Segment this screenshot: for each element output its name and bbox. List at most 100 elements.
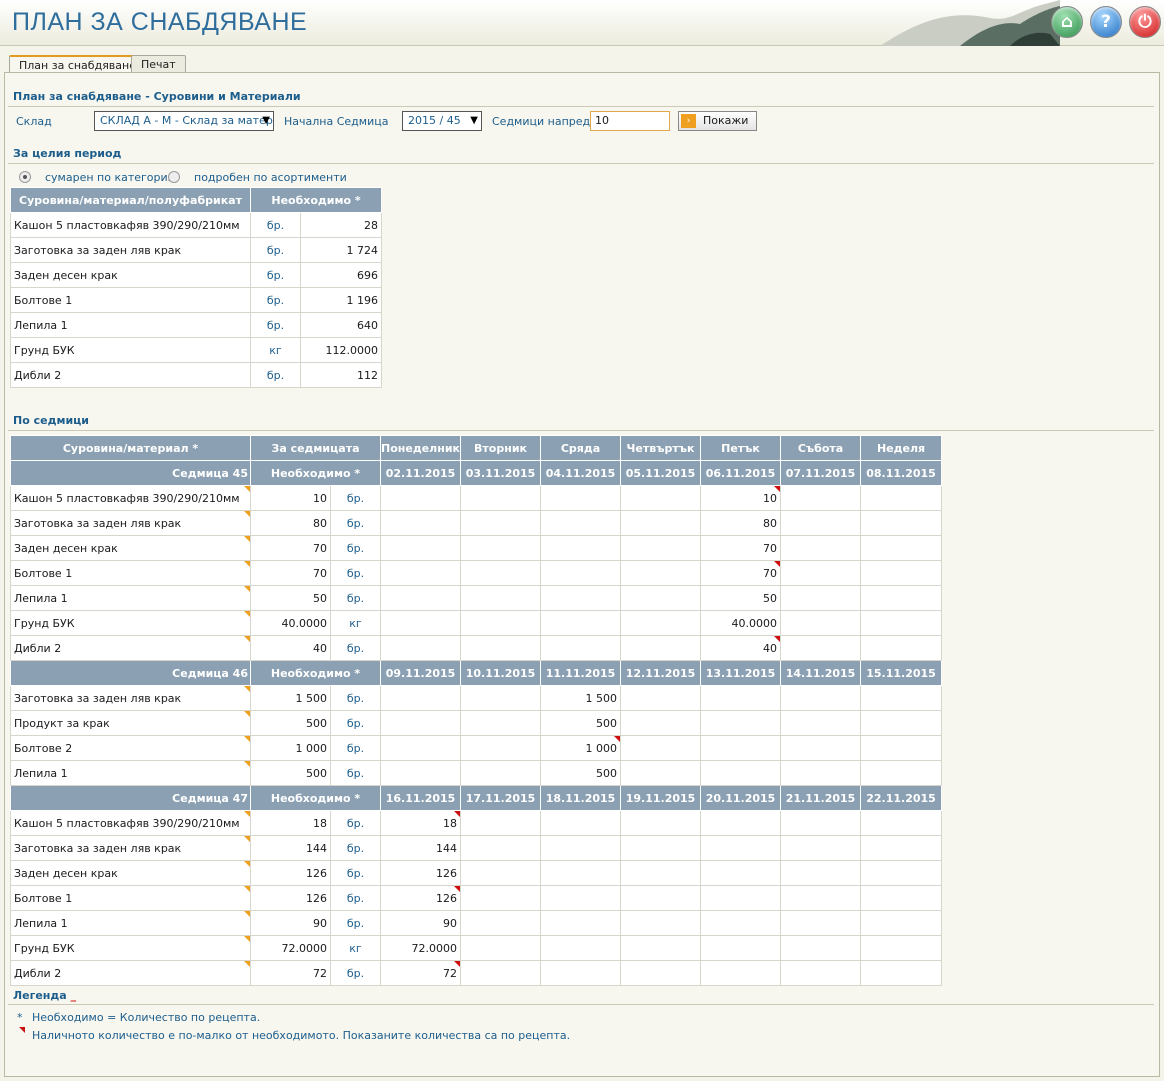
weeks-ahead-input[interactable]: 10 [590, 111, 670, 131]
day-empty-cell [860, 685, 943, 711]
period-quantity: 28 [300, 212, 382, 238]
week-date: 12.11.2015 [620, 660, 702, 686]
week-material-name: Дибли 2 [10, 960, 251, 986]
week-total: 18 [250, 810, 331, 836]
period-row: Заден десен крак бр. 696 [10, 262, 382, 288]
week-material-name: Заготовка за заден ляв крак [10, 510, 251, 536]
day-empty-cell [460, 860, 542, 886]
day-empty-cell [460, 935, 542, 961]
day-empty-cell [460, 510, 542, 536]
period-quantity: 112 [300, 362, 382, 388]
section-divider [8, 163, 1154, 164]
day-empty-cell [780, 760, 862, 786]
week-unit: бр. [329, 535, 382, 561]
start-week-label: Начална Седмица [284, 115, 389, 128]
week-date: 07.11.2015 [780, 460, 862, 486]
day-empty-cell [540, 635, 622, 661]
show-button[interactable]: › Покажи [678, 111, 758, 131]
week-date: 21.11.2015 [780, 785, 862, 811]
weekly-header-sun: Неделя [860, 435, 943, 461]
week-total: 126 [250, 860, 331, 886]
day-empty-cell [460, 610, 542, 636]
day-empty-cell [620, 485, 702, 511]
radio-detailed[interactable] [168, 171, 180, 183]
day-empty-cell [380, 635, 462, 661]
weekly-header-thu: Четвъртък [620, 435, 702, 461]
day-empty-cell [540, 485, 622, 511]
day-empty-cell [780, 885, 862, 911]
weekly-header-sat: Събота [780, 435, 862, 461]
day-empty-cell [700, 885, 782, 911]
period-header-material: Суровина/материал/полуфабрикат [10, 187, 251, 213]
week-material-row: Кашон 5 пластовкафяв 390/290/210мм 18 бр. 1… [10, 810, 943, 836]
week-unit: бр. [329, 810, 382, 836]
warehouse-label: Склад [16, 115, 52, 128]
home-button[interactable]: ⌂ [1051, 6, 1083, 38]
week-material-name: Заготовка за заден ляв крак [10, 685, 251, 711]
week-unit: бр. [329, 735, 382, 761]
period-row: Лепила 1 бр. 640 [10, 312, 382, 338]
day-empty-cell [780, 535, 862, 561]
week-unit: бр. [329, 685, 382, 711]
day-empty-cell [460, 885, 542, 911]
day-quantity: 10 [700, 485, 782, 511]
week-unit: бр. [329, 560, 382, 586]
week-unit: бр. [329, 585, 382, 611]
week-material-name: Болтове 2 [10, 735, 251, 761]
week-unit: бр. [329, 960, 382, 986]
day-empty-cell [860, 835, 943, 861]
weekly-header-fri: Петък [700, 435, 782, 461]
weekly-header-material: Суровина/материал * [10, 435, 251, 461]
day-empty-cell [620, 610, 702, 636]
radio-summary-label[interactable]: сумарен по категории [45, 171, 175, 184]
week-unit: бр. [329, 835, 382, 861]
day-empty-cell [540, 935, 622, 961]
section-divider [8, 1004, 1154, 1005]
week-material-row: Болтове 1 126 бр. 126 [10, 885, 943, 911]
radio-summary[interactable] [19, 171, 31, 183]
section-divider [8, 430, 1154, 431]
day-empty-cell [860, 860, 943, 886]
day-empty-cell [460, 810, 542, 836]
help-button[interactable]: ? [1090, 6, 1122, 38]
logout-button[interactable]: ⏻ [1129, 6, 1161, 38]
period-row: Болтове 1 бр. 1 196 [10, 287, 382, 313]
week-date: 22.11.2015 [860, 785, 943, 811]
home-icon: ⌂ [1060, 12, 1074, 32]
week-date: 10.11.2015 [460, 660, 542, 686]
week-material-row: Кашон 5 пластовкафяв 390/290/210мм 10 бр. 1… [10, 485, 943, 511]
week-material-name: Грунд БУК [10, 610, 251, 636]
week-material-row: Лепила 1 90 бр. 90 [10, 910, 943, 936]
weekly-header-wed: Сряда [540, 435, 622, 461]
day-quantity: 144 [380, 835, 462, 861]
day-empty-cell [860, 735, 943, 761]
week-needed-label: Необходимо * [249, 660, 382, 686]
period-quantity: 640 [300, 312, 382, 338]
week-date: 03.11.2015 [460, 460, 542, 486]
week-date: 02.11.2015 [380, 460, 462, 486]
day-empty-cell [620, 885, 702, 911]
app-header: ПЛАН ЗА СНАБДЯВАНЕ ⌂ ? ⏻ [0, 0, 1164, 46]
week-total: 40.0000 [250, 610, 331, 636]
day-quantity: 50 [700, 585, 782, 611]
help-icon: ? [1101, 12, 1111, 32]
radio-detailed-label[interactable]: подробен по асортименти [194, 171, 347, 184]
period-material-name: Заготовка за заден ляв крак [10, 237, 251, 263]
day-empty-cell [780, 935, 862, 961]
day-empty-cell [780, 685, 862, 711]
day-empty-cell [380, 685, 462, 711]
week-label: Седмица 46 [10, 660, 251, 686]
day-empty-cell [620, 560, 702, 586]
week-total: 70 [250, 560, 331, 586]
week-total: 1 000 [250, 735, 331, 761]
period-material-name: Заден десен крак [10, 262, 251, 288]
day-empty-cell [780, 560, 862, 586]
period-quantity: 696 [300, 262, 382, 288]
day-empty-cell [620, 635, 702, 661]
warehouse-select[interactable]: СКЛАД А - М - Склад за матер ▼ [94, 111, 274, 131]
start-week-select[interactable]: 2015 / 45 ▼ [402, 111, 482, 131]
week-needed-label: Необходимо * [249, 460, 382, 486]
week-material-name: Заготовка за заден ляв крак [10, 835, 251, 861]
day-empty-cell [780, 910, 862, 936]
week-material-row: Продукт за крак 500 бр. 500 [10, 710, 943, 736]
